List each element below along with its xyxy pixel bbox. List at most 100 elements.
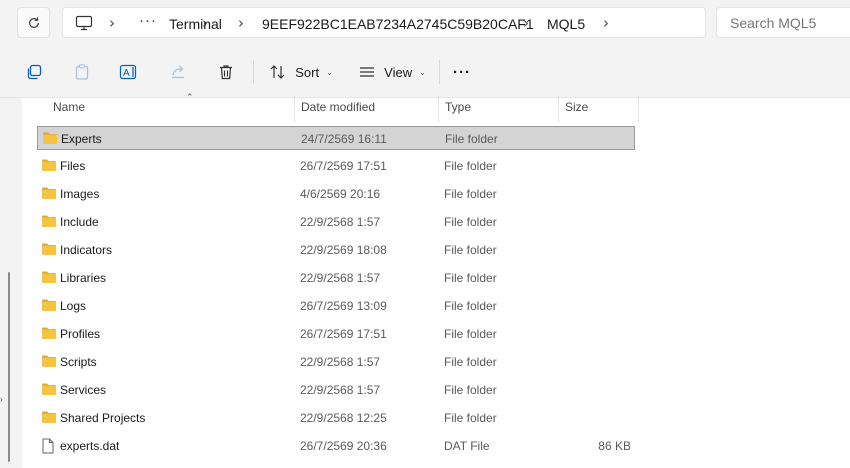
folder-icon	[41, 326, 57, 343]
delete-button[interactable]	[211, 58, 241, 86]
folder-icon	[42, 131, 58, 148]
rename-icon: A	[119, 64, 137, 80]
file-name: Shared Projects	[60, 411, 146, 425]
rename-button[interactable]: A	[114, 58, 144, 86]
sort-ascending-icon: ⌃	[186, 93, 194, 103]
column-divider[interactable]	[558, 95, 559, 122]
breadcrumb-more[interactable]: ···	[139, 12, 157, 29]
file-name: Services	[60, 383, 107, 397]
file-row[interactable]: Images 4/6/2569 20:16 File folder	[37, 182, 635, 206]
file-type: File folder	[444, 383, 497, 397]
file-name: Libraries	[60, 271, 107, 285]
file-type: File folder	[445, 132, 498, 146]
svg-text:A: A	[123, 68, 130, 79]
folder-icon	[41, 298, 57, 315]
file-name: Include	[60, 215, 99, 229]
file-row[interactable]: Logs 26/7/2569 13:09 File folder	[37, 294, 635, 318]
file-type: File folder	[444, 327, 497, 341]
address-bar[interactable]: › ··· › Terminal › 9EEF922BC1EAB7234A274…	[62, 7, 706, 38]
file-name: experts.dat	[60, 439, 120, 453]
file-row[interactable]: Shared Projects 22/9/2568 12:25 File folde…	[37, 406, 635, 430]
file-row[interactable]: Files 26/7/2569 17:51 File folder	[37, 154, 635, 178]
share-icon	[172, 65, 184, 79]
file-row[interactable]: Libraries 22/9/2568 1:57 File folder	[37, 266, 635, 290]
file-type: File folder	[444, 187, 497, 201]
file-name: Files	[60, 159, 86, 173]
file-icon	[41, 438, 55, 457]
column-header-name[interactable]: Name	[53, 100, 85, 114]
view-icon	[360, 67, 375, 77]
chevron-right-icon[interactable]: ›	[238, 14, 244, 32]
this-pc-icon[interactable]	[75, 15, 93, 31]
paste-icon	[75, 64, 89, 80]
share-button[interactable]	[163, 58, 193, 86]
file-name: Profiles	[60, 327, 101, 341]
column-divider[interactable]	[294, 95, 295, 122]
address-bar-row: › ··· › Terminal › 9EEF922BC1EAB7234A274…	[0, 0, 850, 46]
file-type: File folder	[444, 243, 497, 257]
file-name: Indicators	[60, 243, 113, 257]
toolbar-divider	[253, 60, 254, 84]
file-row[interactable]: Services 22/9/2568 1:57 File folder	[37, 378, 635, 402]
toolbar-divider	[439, 60, 440, 84]
sort-button[interactable]: Sort ⌄	[265, 58, 337, 86]
file-date-modified: 26/7/2569 20:36	[300, 439, 387, 453]
navigation-pane-edge	[0, 98, 22, 468]
sort-label: Sort	[295, 64, 320, 80]
nav-scroll-arrow-icon[interactable]: ›	[0, 395, 3, 404]
file-type: File folder	[444, 215, 497, 229]
refresh-button[interactable]	[17, 7, 50, 38]
copy-button[interactable]	[19, 58, 49, 86]
file-name: Scripts	[60, 355, 97, 369]
chevron-down-icon: ⌄	[419, 67, 426, 77]
file-date-modified: 26/7/2569 13:09	[300, 299, 387, 313]
file-date-modified: 24/7/2569 16:11	[301, 132, 387, 146]
search-input[interactable]	[716, 7, 850, 38]
folder-icon	[41, 270, 57, 287]
file-date-modified: 22/9/2569 18:08	[300, 243, 387, 257]
file-type: File folder	[444, 355, 497, 369]
file-row[interactable]: Indicators 22/9/2569 18:08 File folder	[37, 238, 635, 262]
file-date-modified: 22/9/2568 1:57	[300, 355, 381, 369]
file-row[interactable]: experts.dat 26/7/2569 20:36 DAT File 86 KB	[37, 434, 635, 458]
file-row[interactable]: Experts 24/7/2569 16:11 File folder	[37, 126, 635, 150]
file-date-modified: 22/9/2568 12:25	[300, 411, 387, 425]
column-divider[interactable]	[438, 95, 439, 122]
view-label: View	[384, 64, 413, 80]
file-type: File folder	[444, 299, 497, 313]
file-date-modified: 4/6/2569 20:16	[300, 187, 381, 201]
folder-icon	[41, 214, 57, 231]
file-row[interactable]: Scripts 22/9/2568 1:57 File folder	[37, 350, 635, 374]
file-name: Experts	[61, 132, 102, 146]
file-size: 86 KB	[598, 439, 631, 453]
paste-button[interactable]	[67, 58, 97, 86]
breadcrumb-mql5[interactable]: MQL5	[547, 16, 585, 32]
file-name: Images	[60, 187, 100, 201]
file-row[interactable]: Profiles 26/7/2569 17:51 File folder	[37, 322, 635, 346]
file-type: File folder	[444, 271, 497, 285]
file-date-modified: 26/7/2569 17:51	[300, 159, 387, 173]
file-row[interactable]: Include 22/9/2568 1:57 File folder	[37, 210, 635, 234]
folder-icon	[41, 242, 57, 259]
folder-icon	[41, 410, 57, 427]
chevron-right-icon[interactable]: ›	[109, 14, 115, 32]
file-type: File folder	[444, 159, 497, 173]
chevron-right-icon[interactable]: ›	[523, 14, 529, 32]
breadcrumb-terminal[interactable]: Terminal	[169, 16, 222, 32]
copy-icon	[27, 64, 42, 80]
file-date-modified: 22/9/2568 1:57	[300, 383, 381, 397]
file-date-modified: 22/9/2568 1:57	[300, 215, 381, 229]
column-header-size[interactable]: Size	[565, 100, 588, 114]
file-name: Logs	[60, 299, 87, 313]
view-button[interactable]: View ⌄	[354, 58, 430, 86]
refresh-icon	[28, 16, 39, 28]
column-header-date[interactable]: Date modified	[301, 100, 375, 114]
column-header-type[interactable]: Type	[445, 100, 471, 114]
folder-icon	[41, 354, 57, 371]
chevron-right-icon[interactable]: ›	[603, 14, 609, 32]
breadcrumb-terminal-id[interactable]: 9EEF922BC1EAB7234A2745C59B20CAF1	[262, 16, 534, 32]
nav-scrollbar[interactable]	[8, 272, 10, 462]
folder-icon	[41, 186, 57, 203]
more-options-button[interactable]: ···	[449, 58, 475, 86]
column-divider[interactable]	[638, 95, 639, 122]
